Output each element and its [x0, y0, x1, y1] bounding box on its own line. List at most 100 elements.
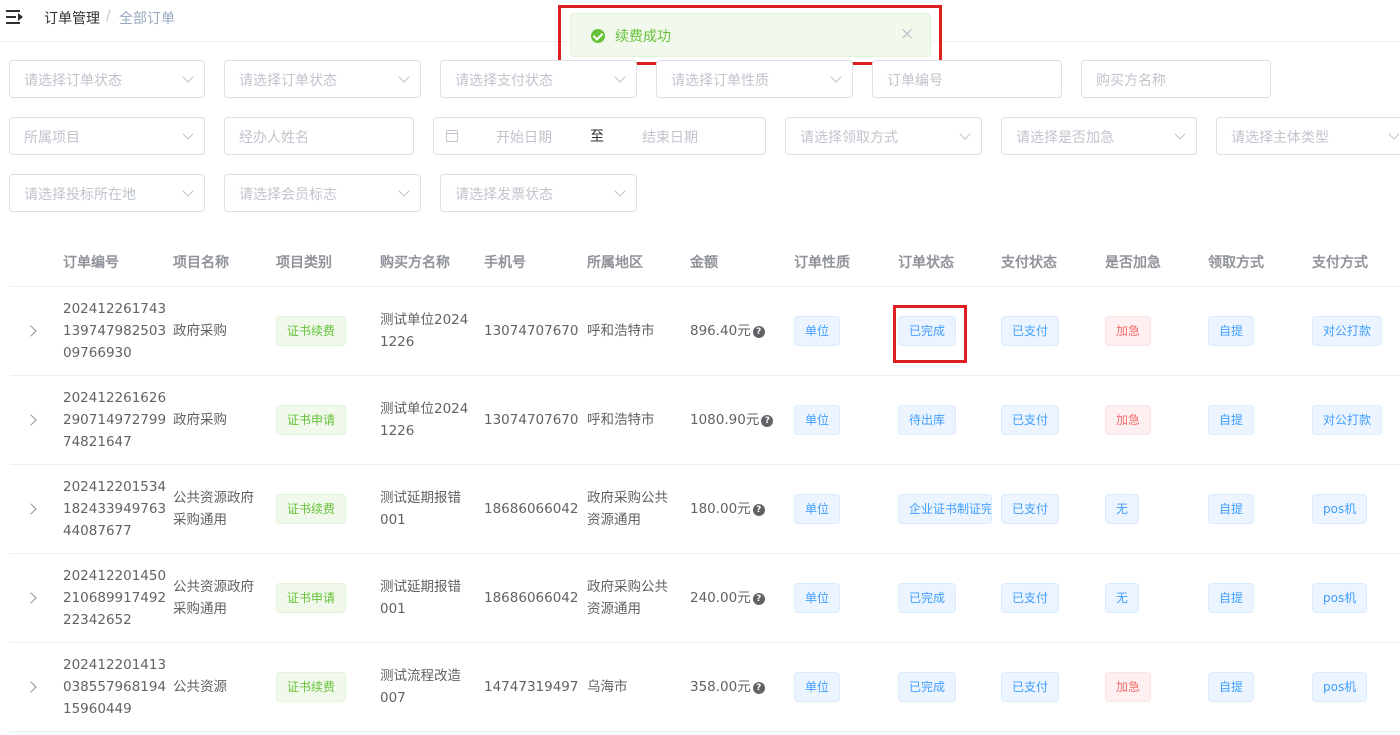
- breadcrumb-separator: /: [106, 8, 111, 24]
- chevron-down-icon: [1388, 128, 1400, 140]
- pay-method-tag: pos机: [1312, 493, 1368, 524]
- chevron-down-icon: [182, 185, 194, 197]
- order-number-line: 290714972799: [63, 411, 167, 428]
- pay-status-tag: 已支付: [1001, 582, 1060, 613]
- col-category: 项目类别: [276, 255, 332, 271]
- handler-name-input[interactable]: 经办人姓名: [224, 117, 414, 155]
- expand-row-icon[interactable]: [25, 591, 37, 604]
- pay-method-tag: 对公打款: [1312, 404, 1383, 435]
- select-placeholder: 请选择订单状态: [24, 73, 122, 89]
- pickup-method-tag: 自提: [1208, 404, 1255, 435]
- pay-status-select[interactable]: 请选择支付状态: [440, 60, 637, 98]
- chevron-down-icon: [830, 71, 842, 83]
- urgent-tag: 加急: [1105, 671, 1152, 702]
- expand-row-icon[interactable]: [25, 680, 37, 693]
- order-number: 202412201413 038557968194 15960449: [63, 654, 166, 720]
- col-pay-method: 支付方式: [1312, 255, 1368, 271]
- region: 乌海市: [587, 676, 687, 698]
- question-circle-icon[interactable]: ?: [752, 325, 765, 338]
- buyer-name-line: 007: [380, 689, 406, 706]
- buyer-name-input[interactable]: 购买方名称: [1081, 60, 1271, 98]
- amount-value: 180.00元: [690, 500, 751, 517]
- chevron-down-icon: [614, 71, 626, 83]
- order-nature-tag: 单位: [794, 404, 841, 435]
- order-nature-tag: 单位: [794, 582, 841, 613]
- select-placeholder: 请选择发票状态: [455, 187, 553, 203]
- phone-number: 18686066042: [484, 589, 579, 606]
- phone-number: 13074707670: [484, 411, 579, 428]
- urgent-select[interactable]: 请选择是否加急: [1001, 117, 1197, 155]
- col-nature: 订单性质: [794, 255, 850, 271]
- member-flag-select[interactable]: 请选择会员标志: [224, 174, 421, 212]
- region-line: 政府采购公共: [587, 578, 668, 595]
- order-number-line: 202412201534: [63, 478, 167, 495]
- project-name-line: 政府采购: [173, 322, 227, 339]
- select-placeholder: 请选择订单性质: [671, 73, 769, 89]
- expand-row-icon[interactable]: [25, 413, 37, 426]
- end-date-input[interactable]: 结束日期: [642, 127, 698, 147]
- row-divider: [10, 642, 1400, 643]
- order-status-select-1[interactable]: 请选择订单状态: [9, 60, 205, 98]
- category-tag: 证书续费: [276, 315, 347, 346]
- invoice-status-select[interactable]: 请选择发票状态: [440, 174, 637, 212]
- bid-location-select[interactable]: 请选择投标所在地: [9, 174, 205, 212]
- order-number-line: 210689917492: [63, 589, 167, 606]
- input-placeholder: 经办人姓名: [239, 130, 309, 146]
- calendar-icon: [446, 130, 458, 142]
- date-range-picker[interactable]: 开始日期 至 结束日期: [433, 117, 766, 155]
- amount-value: 896.40元: [690, 322, 751, 339]
- col-project: 项目名称: [173, 255, 229, 271]
- pay-status-tag: 已支付: [1001, 404, 1060, 435]
- pay-status-tag: 已支付: [1001, 671, 1060, 702]
- status-highlight-box: [893, 305, 967, 363]
- buyer-name: 测试流程改造 007: [380, 665, 480, 709]
- entity-type-select[interactable]: 请选择主体类型: [1216, 117, 1400, 155]
- order-status-select-2[interactable]: 请选择订单状态: [224, 60, 421, 98]
- pay-status-tag: 已支付: [1001, 493, 1060, 524]
- pay-method-tag: pos机: [1312, 582, 1368, 613]
- order-status-tag: 已完成: [898, 582, 957, 613]
- urgent-tag: 加急: [1105, 315, 1152, 346]
- question-circle-icon[interactable]: ?: [752, 681, 765, 694]
- select-placeholder: 请选择主体类型: [1231, 130, 1329, 146]
- order-number-line: 202412261626: [63, 389, 167, 406]
- question-circle-icon[interactable]: ?: [761, 414, 774, 427]
- col-phone: 手机号: [484, 255, 526, 271]
- pay-status-tag: 已支付: [1001, 315, 1060, 346]
- order-nature-select[interactable]: 请选择订单性质: [656, 60, 853, 98]
- breadcrumb-order-management[interactable]: 订单管理: [44, 8, 100, 28]
- pickup-method-tag: 自提: [1208, 671, 1255, 702]
- order-status-tag: 待出库: [898, 404, 957, 435]
- select-placeholder: 请选择是否加急: [1016, 130, 1114, 146]
- buyer-name-line: 1226: [380, 333, 415, 350]
- order-number-line: 15960449: [63, 700, 132, 717]
- order-nature-tag: 单位: [794, 315, 841, 346]
- question-circle-icon[interactable]: ?: [752, 503, 765, 516]
- start-date-input[interactable]: 开始日期: [496, 127, 552, 147]
- input-placeholder: 订单编号: [887, 73, 943, 89]
- order-number-line: 202412201450: [63, 567, 167, 584]
- close-icon[interactable]: ×: [900, 24, 914, 44]
- col-buyer: 购买方名称: [380, 255, 450, 271]
- pay-method-tag: pos机: [1312, 671, 1368, 702]
- buyer-name: 测试单位2024 1226: [380, 398, 480, 442]
- category-tag: 证书申请: [276, 582, 347, 613]
- region: 政府采购公共 资源通用: [587, 576, 687, 620]
- category-tag: 证书申请: [276, 404, 347, 435]
- project-name: 公共资源政府 采购通用: [173, 487, 273, 531]
- project-name: 公共资源: [173, 676, 273, 698]
- amount-value: 358.00元: [690, 678, 751, 695]
- menu-fold-icon[interactable]: [6, 9, 24, 25]
- question-circle-icon[interactable]: ?: [752, 592, 765, 605]
- expand-row-icon[interactable]: [25, 324, 37, 337]
- order-number-line: 182433949763: [63, 500, 167, 517]
- chevron-down-icon: [182, 128, 194, 140]
- project-name-line: 采购通用: [173, 600, 227, 617]
- buyer-name: 测试延期报错 001: [380, 487, 480, 531]
- project-select[interactable]: 所属项目: [9, 117, 205, 155]
- col-status: 订单状态: [898, 255, 954, 271]
- buyer-name-line: 测试延期报错: [380, 489, 461, 506]
- order-number-input[interactable]: 订单编号: [872, 60, 1062, 98]
- pickup-method-select[interactable]: 请选择领取方式: [785, 117, 982, 155]
- expand-row-icon[interactable]: [25, 502, 37, 515]
